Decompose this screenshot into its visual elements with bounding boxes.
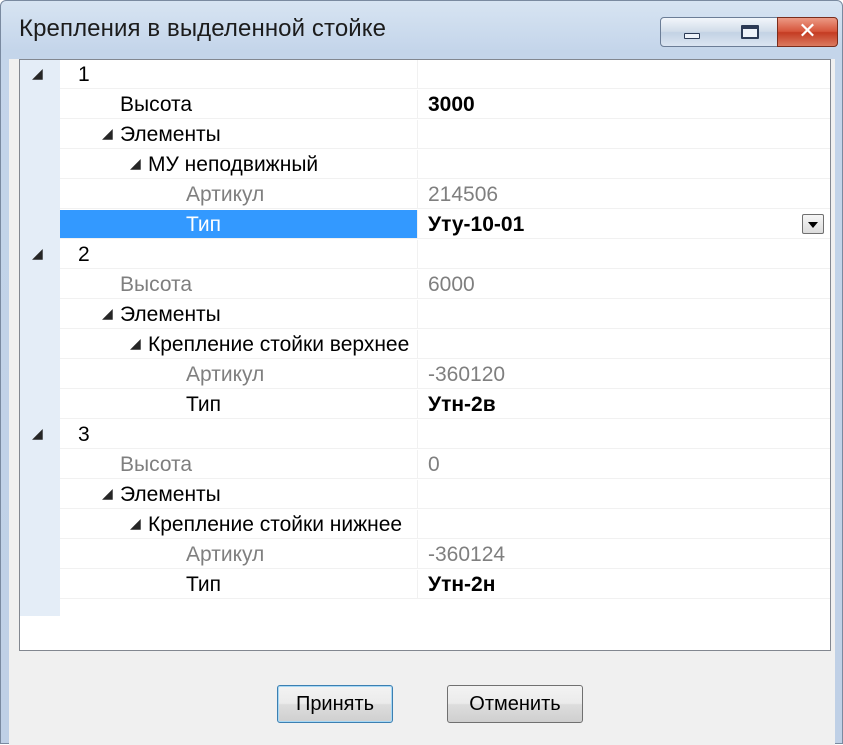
property-value: 214506 <box>428 183 499 206</box>
property-name-cell[interactable]: Крепление стойки нижнее <box>60 510 417 539</box>
property-row[interactable]: Артикул -360124 <box>20 540 830 570</box>
property-value-cell[interactable] <box>417 420 830 449</box>
property-name-cell[interactable]: Артикул <box>60 180 417 209</box>
property-name: Тип <box>186 573 222 596</box>
expand-toggle-icon[interactable]: ◢ <box>32 246 43 262</box>
dialog-window: Крепления в выделенной стойке ✕ ◢ 1 Высота… <box>0 0 843 745</box>
property-row[interactable]: Артикул -360120 <box>20 360 830 390</box>
property-name-cell[interactable]: 3 <box>60 420 417 449</box>
property-name-cell[interactable]: Артикул <box>60 540 417 569</box>
property-name: МУ неподвижный <box>148 153 319 176</box>
property-value: Уту-10-01 <box>428 213 525 236</box>
property-row[interactable]: Высота 0 <box>20 450 830 480</box>
property-name: Высота <box>120 453 193 476</box>
property-value: Утн-2в <box>428 393 496 416</box>
property-value: -360120 <box>428 363 506 386</box>
chevron-down-icon <box>808 222 818 228</box>
property-value: 6000 <box>428 273 475 296</box>
property-name: Тип <box>186 393 222 416</box>
maximize-button[interactable] <box>723 17 778 47</box>
property-value-cell[interactable]: Утн-2в <box>417 390 830 419</box>
property-name: Элементы <box>120 303 221 326</box>
property-row[interactable]: Тип Утн-2н <box>20 570 830 600</box>
property-row[interactable]: ◢ Крепление стойки верхнее <box>20 330 830 360</box>
property-name-cell[interactable]: 2 <box>60 240 417 269</box>
property-value-cell[interactable] <box>417 240 830 269</box>
accept-button[interactable]: Принять <box>277 685 393 723</box>
property-row[interactable]: Тип Утн-2в <box>20 390 830 420</box>
maximize-icon <box>741 25 759 39</box>
property-name: Высота <box>120 273 193 296</box>
property-name: Артикул <box>186 363 265 386</box>
cancel-button[interactable]: Отменить <box>447 685 583 723</box>
property-row[interactable]: Высота 3000 <box>20 90 830 120</box>
property-name-cell[interactable]: Элементы <box>60 480 417 509</box>
property-value-cell[interactable]: Уту-10-01 <box>417 210 830 239</box>
window-title: Крепления в выделенной стойке <box>19 15 387 42</box>
close-button[interactable]: ✕ <box>777 17 838 47</box>
expand-toggle-icon[interactable]: ◢ <box>32 66 43 82</box>
property-row[interactable]: Тип Уту-10-01 <box>20 210 830 240</box>
property-value-cell[interactable]: 214506 <box>417 180 830 209</box>
property-row[interactable]: ◢ Элементы <box>20 120 830 150</box>
property-value-cell[interactable]: 0 <box>417 450 830 479</box>
property-name-cell[interactable]: Артикул <box>60 360 417 389</box>
property-value-cell[interactable] <box>417 330 830 359</box>
property-name: Артикул <box>186 543 265 566</box>
property-row[interactable]: Высота 6000 <box>20 270 830 300</box>
property-name: Крепление стойки нижнее <box>148 513 403 536</box>
minimize-button[interactable] <box>660 17 724 47</box>
property-value-cell[interactable] <box>417 120 830 149</box>
property-name: 2 <box>78 243 90 266</box>
property-value-cell[interactable]: Утн-2н <box>417 570 830 599</box>
type-dropdown-button[interactable] <box>802 214 824 234</box>
property-name: Высота <box>120 93 193 116</box>
property-value-cell[interactable] <box>417 60 830 89</box>
property-name: 1 <box>78 63 90 86</box>
property-name-cell[interactable]: Элементы <box>60 120 417 149</box>
expand-toggle-icon[interactable]: ◢ <box>32 426 43 442</box>
property-value-cell[interactable]: 3000 <box>417 90 830 119</box>
property-value-cell[interactable]: -360124 <box>417 540 830 569</box>
property-value-cell[interactable]: 6000 <box>417 270 830 299</box>
property-value-cell[interactable] <box>417 510 830 539</box>
property-name-cell[interactable]: МУ неподвижный <box>60 150 417 179</box>
property-name: 3 <box>78 423 90 446</box>
property-row[interactable]: ◢ 1 <box>20 60 830 90</box>
property-value-cell[interactable] <box>417 480 830 509</box>
property-value: Утн-2н <box>428 573 496 596</box>
property-name-cell[interactable]: Высота <box>60 90 417 119</box>
property-row[interactable]: ◢ 3 <box>20 420 830 450</box>
property-name-cell[interactable]: Крепление стойки верхнее <box>60 330 417 359</box>
property-value-cell[interactable] <box>417 150 830 179</box>
title-bar[interactable]: Крепления в выделенной стойке ✕ <box>1 1 842 59</box>
property-row[interactable]: ◢ Элементы <box>20 480 830 510</box>
property-name-cell[interactable]: Элементы <box>60 300 417 329</box>
close-icon: ✕ <box>798 19 817 44</box>
property-name: Крепление стойки верхнее <box>148 333 410 356</box>
property-value: 0 <box>428 453 440 476</box>
property-name-cell[interactable]: Высота <box>60 450 417 479</box>
property-name: Артикул <box>186 183 265 206</box>
minimize-icon <box>684 33 700 39</box>
dialog-client-area: ◢ 1 Высота 3000 ◢ Элементы ◢ МУ неподвижный Арти… <box>9 59 835 745</box>
property-name-cell[interactable]: Тип <box>60 390 417 419</box>
property-row[interactable]: ◢ Крепление стойки нижнее <box>20 510 830 540</box>
property-value-cell[interactable]: -360120 <box>417 360 830 389</box>
property-name: Элементы <box>120 483 221 506</box>
property-row[interactable]: Артикул 214506 <box>20 180 830 210</box>
property-row[interactable]: ◢ МУ неподвижный <box>20 150 830 180</box>
property-name-cell[interactable]: Высота <box>60 270 417 299</box>
property-name-cell[interactable]: Тип <box>60 570 417 599</box>
property-name: Элементы <box>120 123 221 146</box>
property-name-cell[interactable]: Тип <box>60 210 417 239</box>
property-value-cell[interactable] <box>417 300 830 329</box>
property-grid[interactable]: ◢ 1 Высота 3000 ◢ Элементы ◢ МУ неподвижный Арти… <box>19 59 831 651</box>
property-value: 3000 <box>428 93 475 116</box>
property-value: -360124 <box>428 543 506 566</box>
property-name-cell[interactable]: 1 <box>60 60 417 89</box>
property-name: Тип <box>186 213 222 236</box>
property-row[interactable]: ◢ Элементы <box>20 300 830 330</box>
property-row[interactable]: ◢ 2 <box>20 240 830 270</box>
